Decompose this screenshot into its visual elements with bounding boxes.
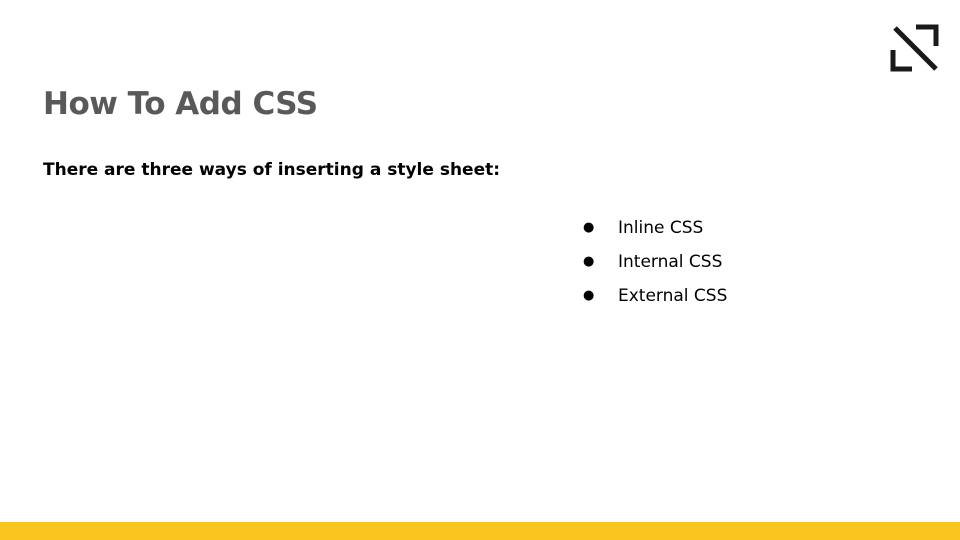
bullet-dot-icon: ●	[583, 254, 595, 269]
logo-strokes	[890, 24, 939, 72]
bullet-label: Internal CSS	[618, 252, 723, 272]
bullet-dot-icon: ●	[583, 220, 595, 235]
logo-diagonal	[893, 26, 938, 71]
list-item: ● Internal CSS	[583, 250, 727, 284]
list-item: ● External CSS	[583, 284, 727, 318]
subtitle: There are three ways of inserting a styl…	[43, 160, 501, 180]
logo-bottom-corner	[890, 50, 912, 72]
bullet-label: External CSS	[618, 286, 728, 306]
bullet-dot-icon: ●	[583, 288, 595, 303]
list-item: ● Inline CSS	[583, 216, 727, 250]
arrow-corner-logo-icon	[890, 24, 939, 72]
slide: How To Add CSS There are three ways of i…	[0, 0, 960, 540]
bullet-label: Inline CSS	[618, 218, 704, 238]
logo-top-corner	[916, 24, 939, 46]
page-title: How To Add CSS	[43, 86, 318, 122]
bullet-list: ● Inline CSS ● Internal CSS ● External C…	[583, 216, 727, 318]
footer-accent-bar	[0, 522, 960, 540]
